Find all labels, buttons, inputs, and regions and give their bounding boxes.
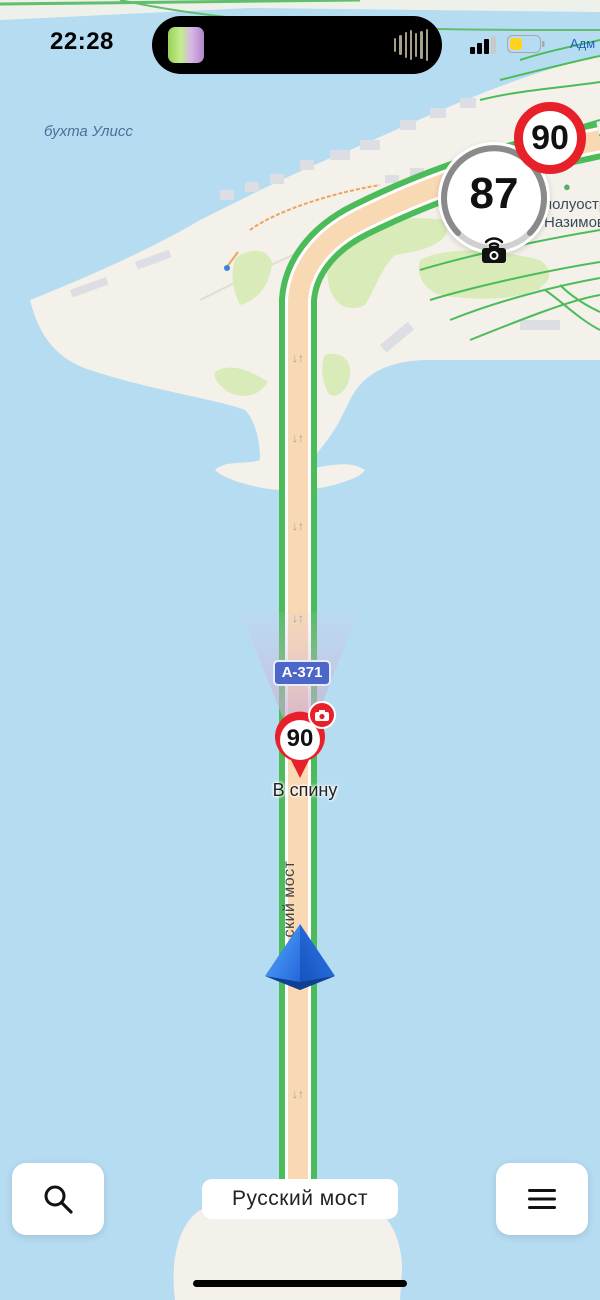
- speed-limit-sign: 90: [514, 102, 586, 174]
- route-number-badge: А-371: [273, 660, 331, 686]
- home-indicator[interactable]: [193, 1280, 407, 1287]
- park-leaf-icon: ●: [563, 179, 571, 194]
- svg-text:↓↑: ↓↑: [292, 611, 304, 625]
- svg-text:↓↑: ↓↑: [292, 351, 304, 365]
- poi-label-line2: Назимова: [544, 214, 600, 231]
- camera-direction-label: В спину: [272, 780, 338, 800]
- svg-text:↓↑: ↓↑: [292, 1087, 304, 1101]
- poi-label: полуостро Назимова: [544, 196, 600, 232]
- now-playing-artwork[interactable]: [168, 27, 204, 63]
- status-bar: 22:28 Адм: [0, 0, 600, 90]
- status-time: 22:28: [50, 28, 114, 55]
- hamburger-menu-icon: [528, 1189, 556, 1209]
- menu-button[interactable]: [496, 1163, 588, 1235]
- poi-label-line1: полуостро: [544, 196, 600, 213]
- svg-text:↓↑: ↓↑: [292, 431, 304, 445]
- camera-speed-limit: 90: [286, 725, 314, 752]
- carrier-label: Адм: [570, 36, 596, 51]
- search-button[interactable]: [12, 1163, 104, 1235]
- bay-label: бухта Улисс: [44, 123, 133, 140]
- dynamic-island[interactable]: [152, 16, 442, 74]
- battery-icon: [507, 35, 545, 53]
- speed-camera-icon: [482, 237, 506, 263]
- current-speed: 87: [469, 169, 519, 218]
- search-icon: [44, 1185, 73, 1214]
- audio-visualizer-icon: [394, 29, 428, 61]
- current-street-label[interactable]: Русский мост: [202, 1179, 398, 1219]
- cellular-signal-icon: [470, 36, 496, 54]
- svg-text:↓↑: ↓↑: [292, 519, 304, 533]
- navigation-arrow-icon: [265, 924, 335, 990]
